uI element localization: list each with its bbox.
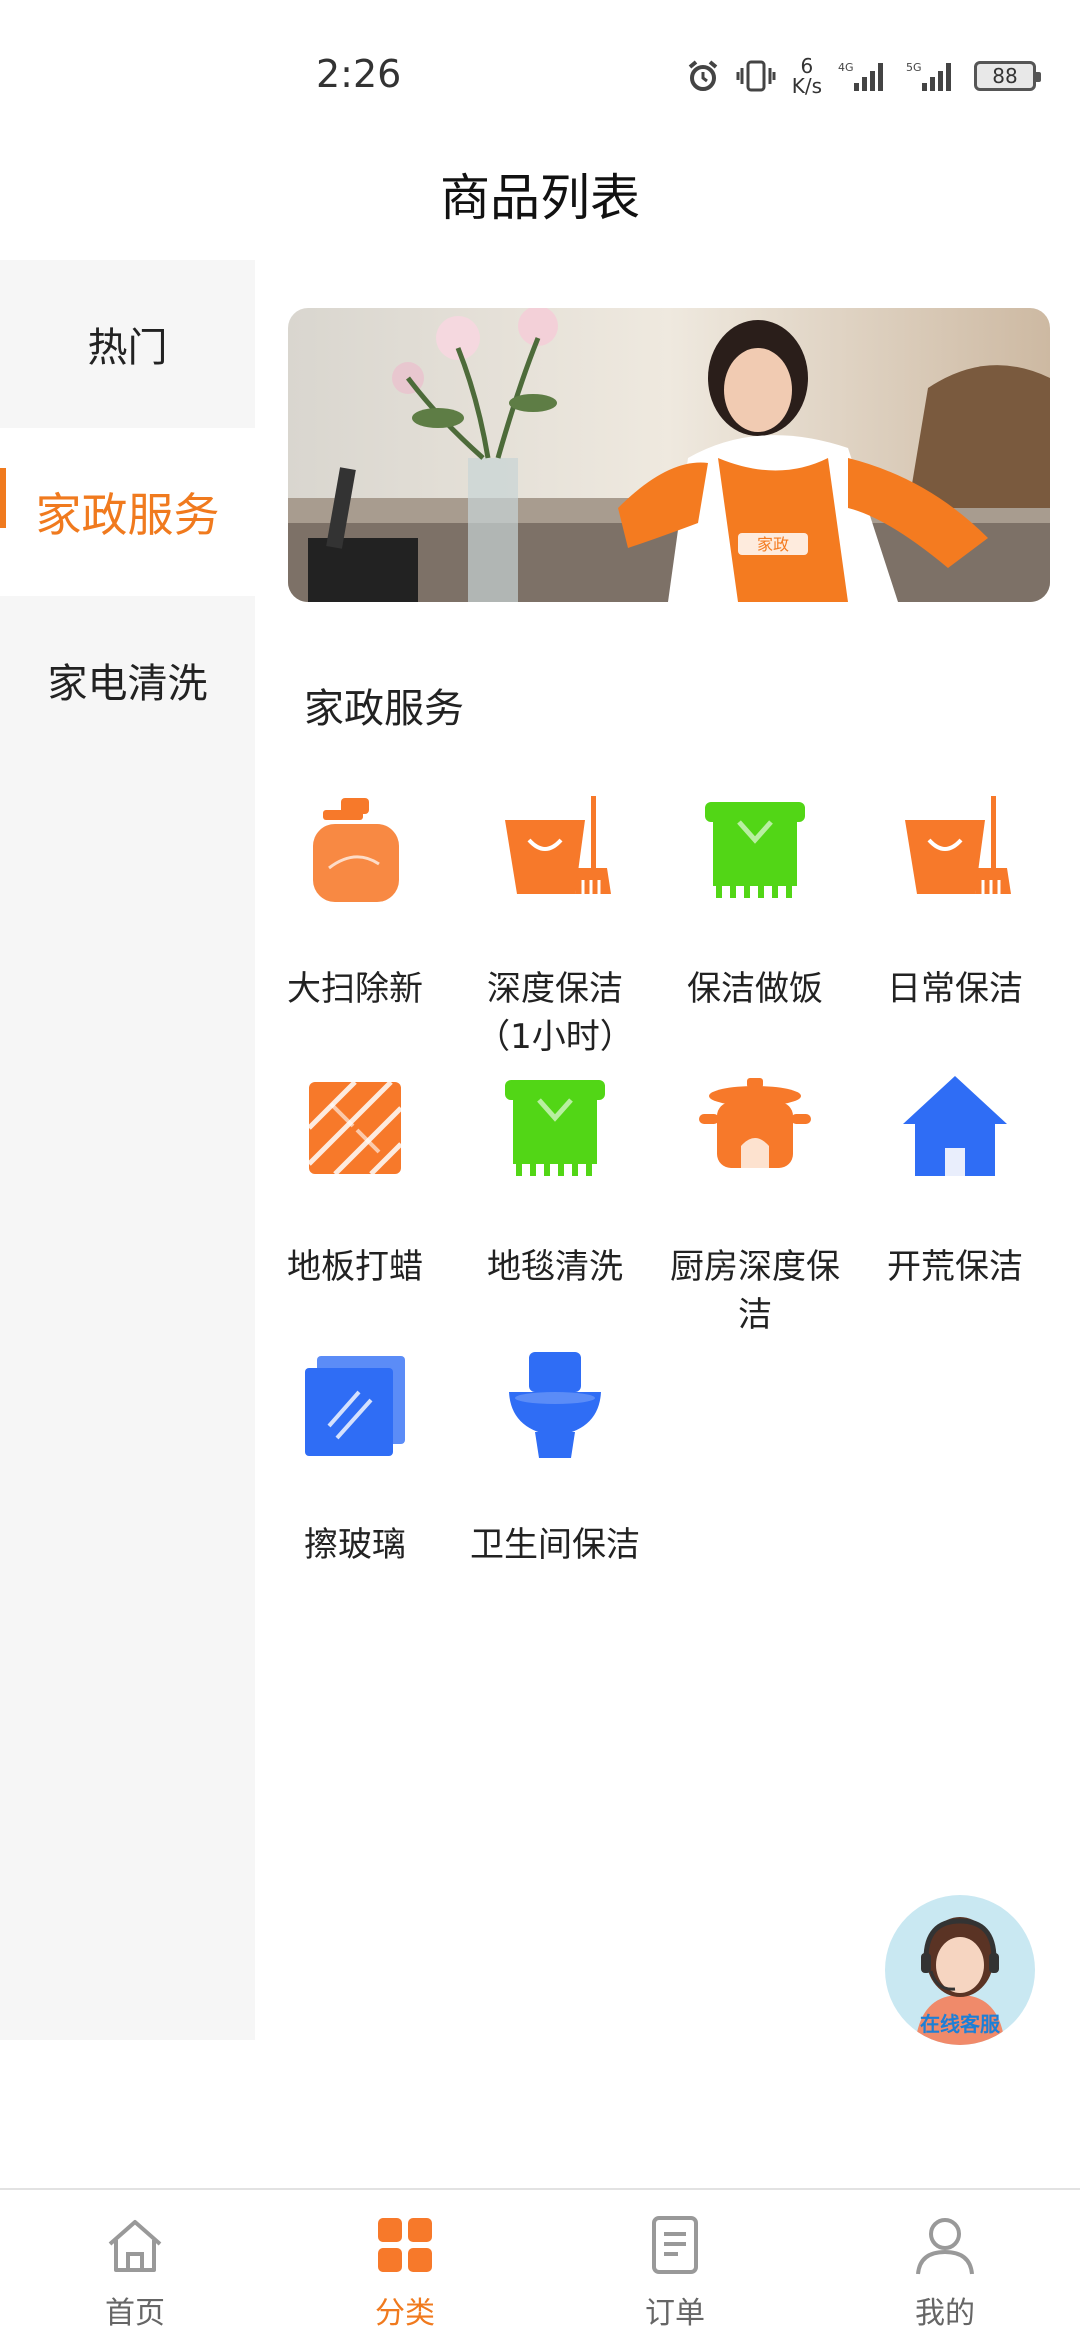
svg-text:5G: 5G <box>906 61 922 74</box>
service-item-deep-cleaning[interactable]: 深度保洁（1小时） <box>455 780 655 1057</box>
service-label: 擦玻璃 <box>304 1525 406 1565</box>
battery-indicator: 88 <box>974 61 1041 91</box>
vibrate-icon <box>736 60 776 92</box>
status-bar: 2:26 6 K/s 4G 5G 88 <box>0 0 1080 150</box>
tab-label: 分类 <box>375 2296 435 2331</box>
order-document-icon <box>652 2216 698 2274</box>
service-label: 日常保洁 <box>887 969 1023 1009</box>
service-item-carpet-cleaning[interactable]: 地毯清洗 <box>455 1058 655 1328</box>
category-grid-icon <box>378 2218 432 2272</box>
sidebar-item-label: 热门 <box>87 325 168 371</box>
signal-5g-icon: 5G <box>906 61 951 91</box>
basket-icon <box>505 1080 605 1176</box>
customer-service-label: 在线客服 <box>920 2012 1000 2036</box>
service-label: 保洁做饭 <box>687 969 823 1009</box>
profile-icon <box>916 2218 974 2275</box>
sidebar-item-housekeeping[interactable]: 家政服务 <box>0 428 255 596</box>
page-title: 商品列表 <box>440 169 640 227</box>
alarm-icon <box>688 60 717 91</box>
service-label: 卫生间保洁 <box>470 1525 640 1565</box>
service-item-post-renovation-cleaning[interactable]: 开荒保洁 <box>855 1058 1055 1328</box>
service-item-bathroom-cleaning[interactable]: 卫生间保洁 <box>455 1336 655 1606</box>
online-customer-service-button[interactable]: 在线客服 <box>885 1895 1035 2045</box>
category-sidebar: 热门 家政服务 家电清洗 <box>0 260 255 2040</box>
service-label: 厨房深度保洁 <box>670 1247 840 1335</box>
signal-4g-icon: 4G <box>838 61 883 91</box>
speed-value: 6 <box>800 54 814 78</box>
basket-icon <box>705 802 805 898</box>
sidebar-item-label: 家政服务 <box>35 488 220 542</box>
service-label: 深度保洁（1小时） <box>476 969 634 1057</box>
tab-mine[interactable]: 我的 <box>810 2190 1080 2340</box>
toilet-icon <box>509 1352 601 1458</box>
floor-tiles-icon <box>307 1080 403 1176</box>
service-item-cleaning-cooking[interactable]: 保洁做饭 <box>655 780 855 1050</box>
cooking-pot-icon <box>699 1078 811 1168</box>
network-speed: 6 K/s <box>792 56 822 96</box>
banner-badge: 家政 <box>757 535 789 554</box>
status-icons: 6 K/s 4G 5G 88 <box>686 56 1041 96</box>
service-label: 地板打蜡 <box>287 1247 423 1287</box>
promo-banner[interactable]: 家政 <box>288 308 1050 602</box>
tab-label: 我的 <box>915 2296 975 2331</box>
service-item-big-cleaning[interactable]: 大扫除新 <box>255 780 455 1050</box>
glass-pane-icon <box>305 1356 405 1456</box>
sidebar-item-appliance-cleaning[interactable]: 家电清洗 <box>0 596 255 764</box>
bucket-broom-icon <box>905 796 1011 894</box>
home-icon <box>108 2220 162 2272</box>
banner-image: 家政 <box>288 308 1050 602</box>
spray-bottle-icon <box>313 798 399 902</box>
service-item-daily-cleaning[interactable]: 日常保洁 <box>855 780 1055 1050</box>
sidebar-item-hot[interactable]: 热门 <box>0 260 255 428</box>
sidebar-item-label: 家电清洗 <box>47 661 208 707</box>
tab-label: 首页 <box>105 2296 165 2331</box>
service-label: 开荒保洁 <box>887 1247 1023 1287</box>
house-icon <box>903 1076 1007 1176</box>
service-item-window-cleaning[interactable]: 擦玻璃 <box>255 1336 455 1606</box>
service-item-kitchen-deep-cleaning[interactable]: 厨房深度保洁 <box>655 1058 855 1335</box>
svg-text:4G: 4G <box>838 61 854 74</box>
speed-unit: K/s <box>791 74 822 98</box>
status-time: 2:26 <box>316 52 402 96</box>
section-title: 家政服务 <box>304 686 464 732</box>
tab-label: 订单 <box>645 2296 705 2331</box>
service-item-floor-waxing[interactable]: 地板打蜡 <box>255 1058 455 1328</box>
service-label: 地毯清洗 <box>487 1247 623 1287</box>
service-label: 大扫除新 <box>287 969 423 1009</box>
tab-orders[interactable]: 订单 <box>540 2190 810 2340</box>
tab-home[interactable]: 首页 <box>0 2190 270 2340</box>
bucket-broom-icon <box>505 796 611 894</box>
bottom-tab-bar: 首页 分类 订单 我的 <box>0 2188 1080 2340</box>
tab-category[interactable]: 分类 <box>270 2190 540 2340</box>
